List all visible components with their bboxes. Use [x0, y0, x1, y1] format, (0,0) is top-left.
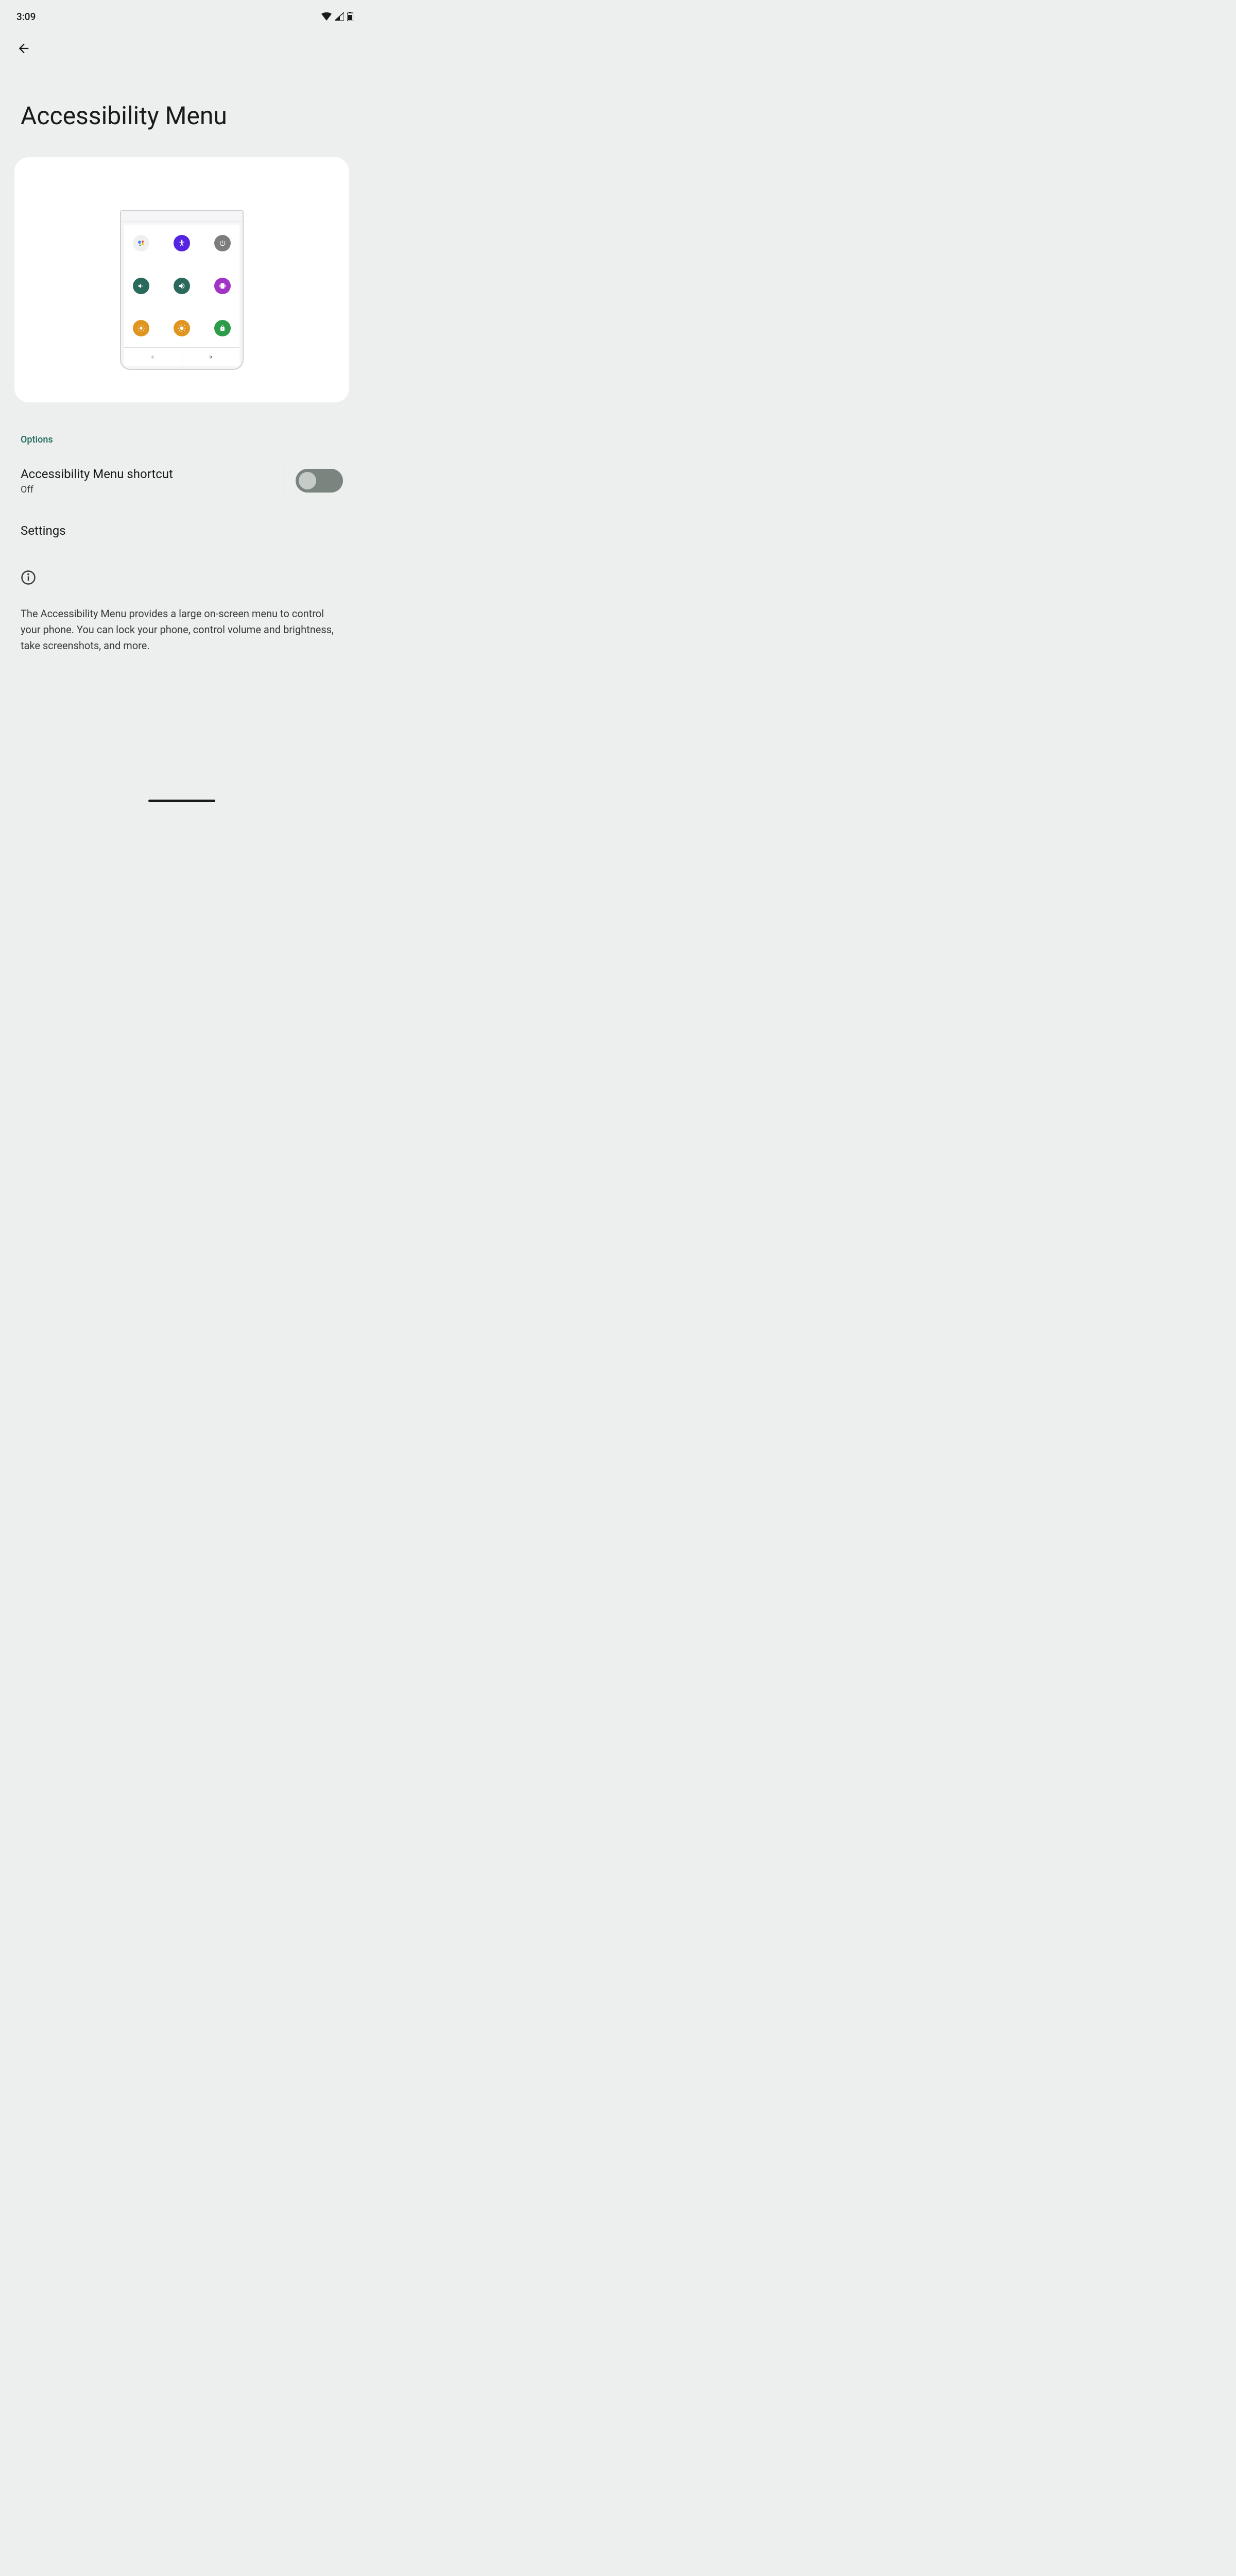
status-icons [321, 12, 353, 21]
info-text: The Accessibility Menu provides a large … [21, 606, 343, 654]
gesture-nav-pill[interactable] [148, 800, 215, 802]
shortcut-row[interactable]: Accessibility Menu shortcut Off [0, 455, 364, 506]
toggle-knob [299, 472, 316, 489]
back-arrow-icon [16, 41, 31, 56]
preview-icon-grid [129, 235, 234, 347]
cellular-icon [335, 12, 344, 21]
shortcut-text-area: Accessibility Menu shortcut Off [21, 467, 272, 495]
accessibility-icon [174, 235, 190, 251]
mockup-nav-prev [124, 348, 182, 366]
mockup-nav-next [182, 348, 240, 366]
brightness-down-icon [133, 320, 149, 336]
lock-icon [214, 320, 231, 336]
status-bar: 3:09 [0, 0, 364, 29]
arrow-left-icon [150, 354, 156, 360]
brightness-up-icon [174, 320, 190, 336]
power-icon [214, 235, 231, 251]
settings-row[interactable]: Settings [0, 506, 364, 555]
volume-down-icon [133, 278, 149, 294]
assistant-icon [133, 235, 149, 251]
preview-card [14, 157, 349, 402]
settings-title: Settings [21, 523, 343, 538]
phone-mockup-nav [124, 347, 239, 366]
info-icon [21, 570, 36, 585]
info-block: The Accessibility Menu provides a large … [0, 555, 364, 668]
arrow-right-icon [208, 354, 213, 360]
status-time: 3:09 [16, 11, 36, 23]
shortcut-title: Accessibility Menu shortcut [21, 467, 272, 481]
volume-up-icon [174, 278, 190, 294]
vibrate-icon [214, 278, 231, 294]
wifi-icon [321, 12, 332, 21]
shortcut-toggle[interactable] [296, 469, 343, 493]
back-button[interactable] [0, 29, 364, 64]
info-icon-wrap [21, 570, 343, 587]
battery-icon [347, 12, 353, 21]
shortcut-status: Off [21, 484, 272, 495]
phone-mockup [120, 210, 244, 370]
page-title: Accessibility Menu [0, 64, 364, 151]
phone-mockup-statusbar [121, 211, 243, 222]
section-label-options: Options [0, 409, 364, 455]
phone-mockup-content [124, 225, 239, 366]
